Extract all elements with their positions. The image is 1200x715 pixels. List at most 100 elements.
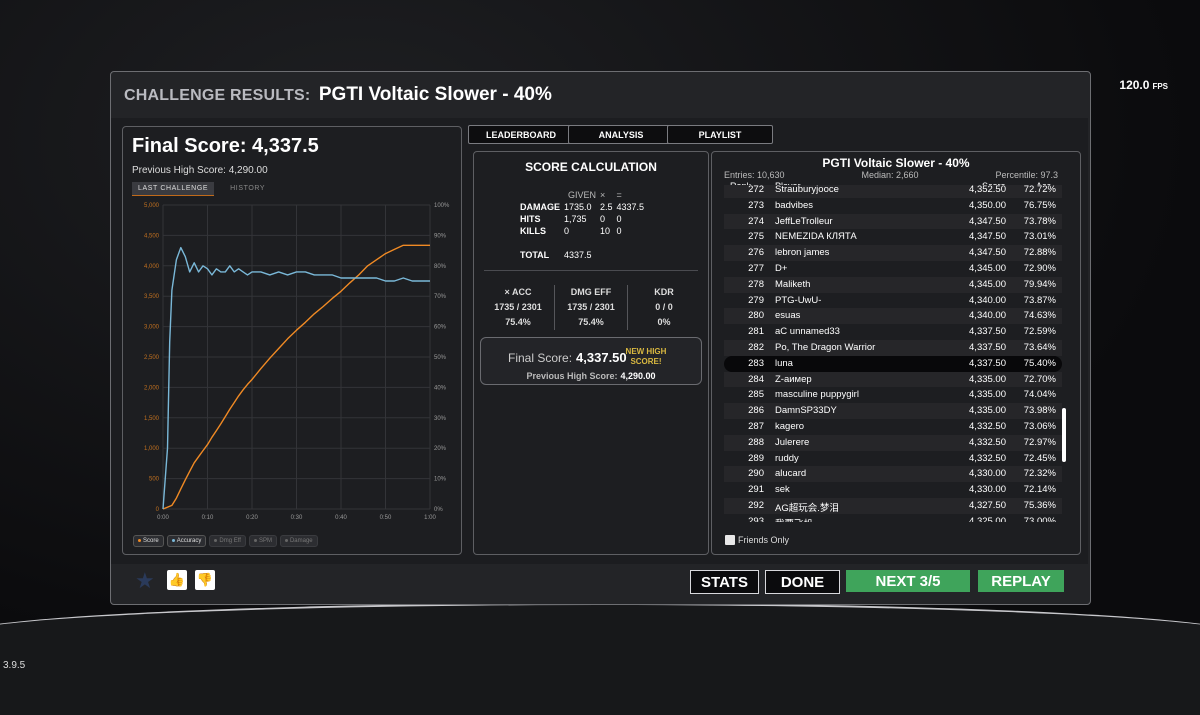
- leaderboard-row[interactable]: 281 aC unnamed33 4,337.50 72.59%: [724, 324, 1062, 340]
- results-body: Final Score: 4,337.5 Previous High Score…: [111, 118, 1088, 564]
- row-score: 4,330.00: [969, 468, 1006, 480]
- calc-damage-mult: 2.5: [600, 202, 613, 212]
- new-high-line1: NEW HIGH: [625, 347, 667, 356]
- calc-hits-mult: 0: [600, 214, 606, 224]
- legend-spm[interactable]: SPM: [248, 535, 277, 547]
- row-rank: 278: [748, 278, 764, 290]
- leaderboard-row[interactable]: 286 DamnSP33DY 4,335.00 73.98%: [724, 403, 1062, 419]
- x-tick-label: 1:00: [424, 515, 436, 521]
- row-rank: 292: [748, 499, 764, 511]
- row-player: 我要飞机: [775, 516, 813, 522]
- row-score: 4,352.50: [969, 185, 1006, 195]
- thumbs-up-icon[interactable]: 👍: [167, 570, 187, 590]
- leaderboard-row[interactable]: 279 PTG-UwU- 4,340.00 73.87%: [724, 293, 1062, 309]
- leaderboard-row[interactable]: 276 lebron james 4,347.50 72.88%: [724, 245, 1062, 261]
- calc-damage-label: DAMAGE: [520, 202, 560, 212]
- version-label: 3.9.5: [3, 660, 26, 671]
- stat-accuracy-label: × ACC: [504, 287, 532, 297]
- window-title: CHALLENGE RESULTS: PGTI Voltaic Slower -…: [124, 84, 552, 106]
- leaderboard-percentile: Percentile: 97.3: [995, 170, 1058, 180]
- row-acc: 72.70%: [1023, 373, 1056, 385]
- x-tick-label: 0:20: [246, 515, 258, 521]
- legend-accuracy[interactable]: Accuracy: [166, 535, 207, 547]
- leaderboard-scrollbar[interactable]: [1062, 408, 1066, 462]
- analysis-button[interactable]: ANALYSIS: [568, 125, 674, 144]
- leaderboard-row[interactable]: 282 Po, The Dragon Warrior 4,337.50 73.64%: [724, 339, 1062, 356]
- y-right-tick-label: 10%: [434, 477, 447, 483]
- row-rank: 286: [748, 405, 764, 417]
- stat-accuracy: × ACC 1735 / 2301 75.4%: [482, 285, 554, 330]
- y-left-tick-label: 3,500: [144, 294, 160, 300]
- done-button[interactable]: DONE: [765, 570, 840, 594]
- leaderboard-row[interactable]: 278 Maliketh 4,345.00 79.94%: [724, 276, 1062, 293]
- calc-header-row: GIVEN × =: [520, 189, 648, 201]
- leaderboard-row[interactable]: 275 NEMEZIDA КЛЯТА 4,347.50 73.01%: [724, 229, 1062, 245]
- row-rank: 279: [748, 294, 764, 306]
- playlist-button[interactable]: PLAYLIST: [667, 125, 773, 144]
- row-rank: 281: [748, 326, 764, 338]
- row-acc: 73.78%: [1023, 215, 1056, 227]
- row-player: Po, The Dragon Warrior: [775, 341, 876, 353]
- leaderboard-row[interactable]: 285 masculine puppygirl 4,335.00 74.04%: [724, 387, 1062, 403]
- calc-header-given: GIVEN: [568, 190, 597, 200]
- row-acc: 72.45%: [1023, 452, 1056, 464]
- leaderboard-info: Entries: 10,630 Median: 2,660 Percentile…: [724, 170, 1058, 180]
- leaderboard-row[interactable]: 291 sek 4,330.00 72.14%: [724, 482, 1062, 498]
- row-player: sek: [775, 484, 790, 496]
- leaderboard-row[interactable]: 280 esuas 4,340.00 74.63%: [724, 308, 1062, 325]
- leaderboard-row[interactable]: 274 JeffLeTrolleur 4,347.50 73.78%: [724, 213, 1062, 230]
- leaderboard-row[interactable]: 273 badvibes 4,350.00 76.75%: [724, 198, 1062, 214]
- row-acc: 75.40%: [1023, 357, 1056, 369]
- fps-unit: FPS: [1152, 82, 1168, 91]
- leaderboard-button[interactable]: LEADERBOARD: [468, 125, 574, 144]
- favorite-star-icon[interactable]: ★: [135, 570, 155, 592]
- legend-damage[interactable]: Damage: [279, 535, 318, 547]
- row-player: NEMEZIDA КЛЯТА: [775, 231, 857, 243]
- leaderboard-list[interactable]: 272 Strauburyjooce 4,352.50 72.72% 273 badvib…: [724, 185, 1062, 522]
- row-score: 4,327.50: [969, 499, 1006, 511]
- leaderboard-row[interactable]: 284 Z-аимер 4,335.00 72.70%: [724, 371, 1062, 388]
- legend-dmg-eff[interactable]: Dmg Eff: [209, 535, 246, 547]
- row-player: masculine puppygirl: [775, 389, 859, 401]
- row-acc: 72.72%: [1023, 185, 1056, 195]
- row-score: 4,347.50: [969, 247, 1006, 259]
- stats-button[interactable]: STATS: [690, 570, 759, 594]
- leaderboard-row-current-player[interactable]: 283 luna 4,337.50 75.40%: [724, 355, 1062, 372]
- row-score: 4,335.00: [969, 373, 1006, 385]
- previous-high-value: 4,290.00: [620, 371, 656, 381]
- leaderboard-row[interactable]: 293 我要飞机 4,325.00 73.00%: [724, 514, 1062, 522]
- calc-row-hits: HITS 1,735 0 0: [520, 213, 648, 225]
- leaderboard-row[interactable]: 289 ruddy 4,332.50 72.45%: [724, 451, 1062, 467]
- score-calculation-table: GIVEN × = DAMAGE 1735.0 2.5 4337.5 HITS 1,735 0…: [520, 189, 648, 261]
- y-left-tick-label: 1,000: [144, 446, 160, 452]
- x-tick-label: 0:10: [202, 515, 214, 521]
- calc-hits-result: 0: [616, 214, 622, 224]
- friends-only-checkbox[interactable]: [725, 535, 735, 545]
- row-rank: 280: [748, 310, 764, 322]
- row-rank: 283: [748, 357, 764, 369]
- row-score: 4,340.00: [969, 294, 1006, 306]
- replay-button[interactable]: REPLAY: [978, 570, 1064, 592]
- thumbs-down-icon[interactable]: 👎: [195, 570, 215, 590]
- stat-kdr-pct: 0%: [657, 317, 671, 327]
- leaderboard-row[interactable]: 277 D+ 4,345.00 72.90%: [724, 261, 1062, 277]
- calc-kills-mult: 10: [600, 226, 611, 236]
- stat-dmg-eff: DMG EFF 1735 / 2301 75.4%: [554, 285, 627, 330]
- next-button[interactable]: NEXT 3/5: [846, 570, 970, 592]
- row-score: 4,347.50: [969, 215, 1006, 227]
- row-player: esuas: [775, 310, 801, 322]
- legend-score[interactable]: Score: [133, 535, 164, 547]
- stat-dmg-eff-pct: 75.4%: [578, 317, 604, 327]
- row-player: JeffLeTrolleur: [775, 215, 833, 227]
- leaderboard-row[interactable]: 288 Julerere 4,332.50 72.97%: [724, 434, 1062, 451]
- friends-only-toggle[interactable]: Friends Only: [725, 535, 789, 545]
- leaderboard-row[interactable]: 272 Strauburyjooce 4,352.50 72.72%: [724, 185, 1062, 198]
- final-score-label: Final Score:: [508, 351, 573, 365]
- leaderboard-row[interactable]: 292 AG超玩会.梦泪 4,327.50 75.36%: [724, 497, 1062, 514]
- stat-kdr-label: KDR: [654, 287, 674, 297]
- leaderboard-row[interactable]: 287 kagero 4,332.50 73.06%: [724, 419, 1062, 435]
- leaderboard-row[interactable]: 290 alucard 4,330.00 72.32%: [724, 466, 1062, 483]
- calc-hits-given: 1,735: [564, 214, 587, 224]
- row-player: AG超玩会.梦泪: [775, 502, 839, 514]
- row-rank: 272: [748, 185, 764, 195]
